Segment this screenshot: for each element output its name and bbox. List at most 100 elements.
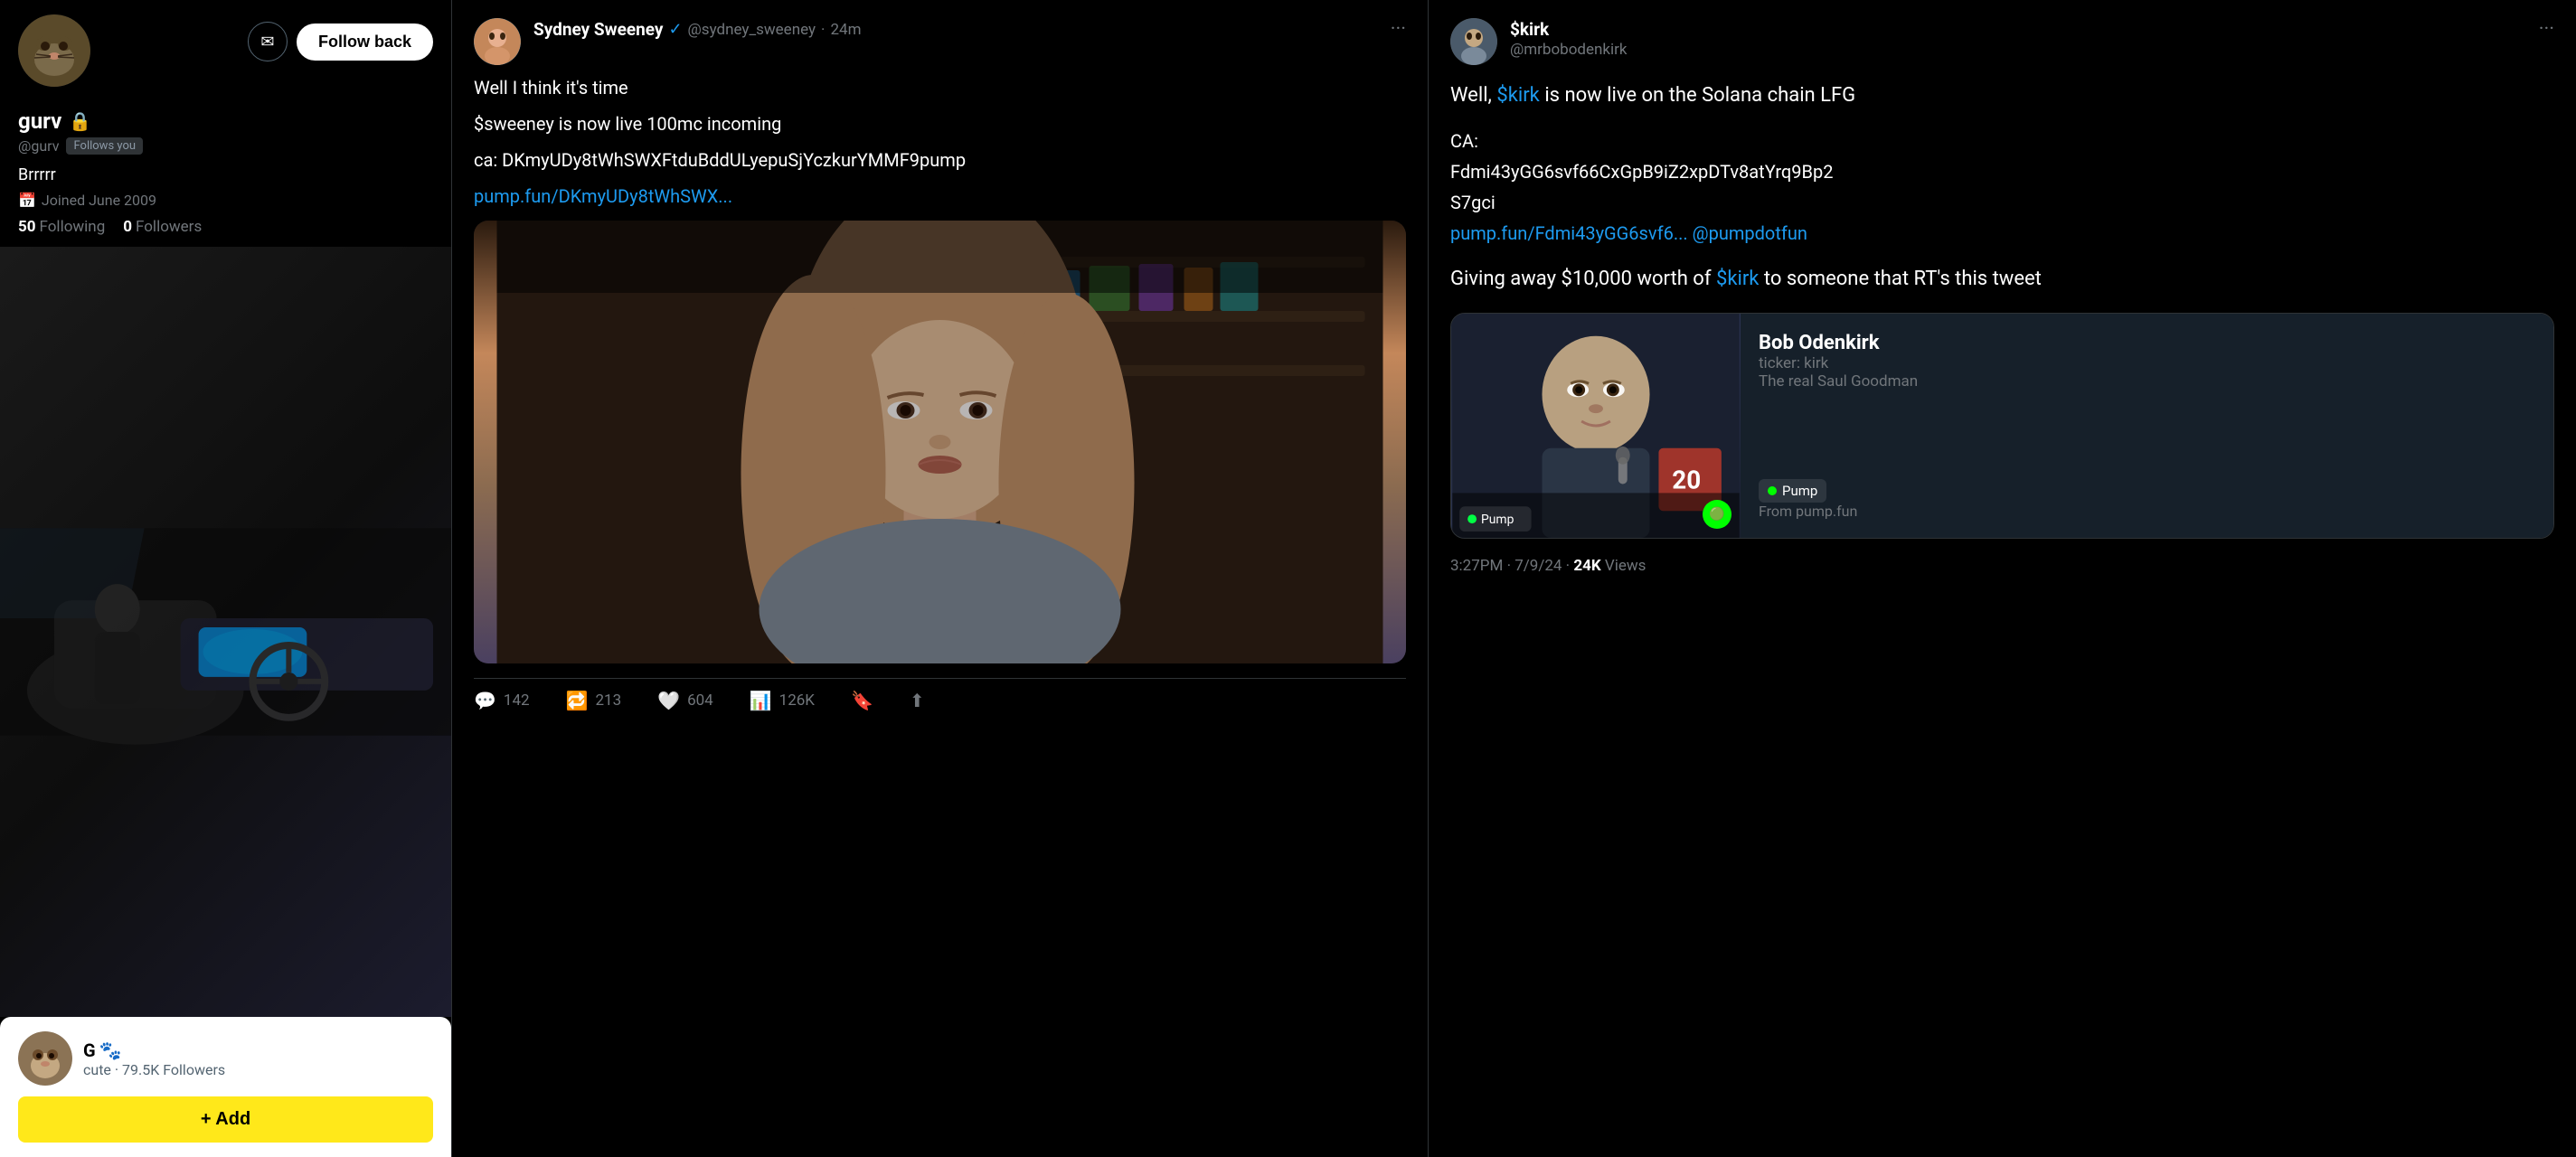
views-label: Views: [1605, 557, 1647, 575]
profile-cover-image: [0, 247, 451, 1017]
bookmark-icon: 🔖: [851, 690, 873, 711]
like-count: 604: [687, 691, 713, 710]
tweet-card[interactable]: 20 Pump 🟢 Bob Odenkirk ticker: kirk The …: [1450, 313, 2554, 539]
tweet-link[interactable]: pump.fun/DKmyUDy8tWhSWX...: [474, 183, 1406, 210]
right-more-options[interactable]: ···: [2539, 18, 2554, 41]
share-icon: ⬆: [910, 690, 925, 711]
giveaway-text: Giving away $10,000 worth of $kirk to so…: [1450, 263, 2554, 295]
suggested-name-info: G 🐾 cute · 79.5K Followers: [83, 1039, 225, 1078]
ca-block: CA: Fdmi43yGG6svf66CxGpB9iZ2xpDTv8atYrq9…: [1450, 126, 2554, 249]
tweet-actions: 💬 142 🔁 213 🤍 604 📊 126K 🔖 ⬆: [474, 678, 1406, 711]
views-icon: 📊: [750, 690, 772, 711]
followers-label: Followers: [136, 218, 202, 236]
suggested-display-name: G 🐾: [83, 1039, 225, 1061]
highlight-kirk-2[interactable]: $kirk: [1716, 268, 1759, 290]
message-button[interactable]: ✉: [248, 22, 288, 61]
profile-bio: Brrrrr: [18, 165, 433, 184]
lock-icon: 🔒: [69, 110, 91, 132]
tweet-timestamp: 3:27PM · 7/9/24 ·: [1450, 557, 1570, 575]
more-options-button[interactable]: ···: [1391, 18, 1406, 41]
joined-text: Joined June 2009: [42, 192, 156, 209]
followers-count: 0: [123, 218, 132, 236]
pump-dot: [1768, 486, 1777, 495]
pump-label: Pump: [1782, 483, 1817, 499]
tweet-text-line2: $sweeney is now live 100mc incoming: [474, 110, 1406, 137]
card-content: Bob Odenkirk ticker: kirk The real Saul …: [1741, 314, 2553, 538]
body-middle: is now live on the Solana chain LFG: [1544, 84, 1855, 107]
views-count: 126K: [779, 691, 815, 710]
tweet-text-line1: Well I think it's time: [474, 74, 1406, 101]
retweet-icon: 🔁: [566, 690, 589, 711]
follow-back-button[interactable]: Follow back: [297, 24, 433, 61]
bookmark-action[interactable]: 🔖: [851, 690, 873, 711]
tweet-meta: Sydney Sweeney ✓ @sydney_sweeney · 24m ·…: [533, 18, 1406, 41]
like-icon: 🤍: [657, 690, 680, 711]
author-name[interactable]: Sydney Sweeney: [533, 19, 663, 40]
profile-actions: ✉ Follow back: [248, 22, 433, 61]
tweet-image: [474, 221, 1406, 663]
tweet-footer: 3:27PM · 7/9/24 · 24K Views: [1450, 557, 2554, 575]
profile-info: gurv 🔒 @gurv Follows you Brrrrr 📅 Joined…: [0, 101, 451, 247]
card-ticker: ticker: kirk: [1759, 354, 2535, 372]
bob-portrait: 20 Pump 🟢: [1451, 314, 1741, 538]
like-action[interactable]: 🤍 604: [657, 690, 713, 711]
suggested-sub-info: cute · 79.5K Followers: [83, 1061, 225, 1078]
svg-text:20: 20: [1672, 466, 1701, 495]
card-title: Bob Odenkirk: [1759, 332, 2535, 354]
right-tweet-header: $kirk ··· @mrbobodenkirk: [1450, 18, 2554, 65]
author-handle: @sydney_sweeney: [688, 21, 816, 39]
right-tweet-meta: $kirk ··· @mrbobodenkirk: [1510, 18, 2554, 59]
profile-name-row: gurv 🔒: [18, 108, 433, 134]
right-author-avatar[interactable]: [1450, 18, 1497, 65]
tweet-dot: ·: [821, 21, 825, 39]
views-action[interactable]: 📊 126K: [750, 690, 815, 711]
ca-label: CA:: [1450, 130, 1478, 152]
tweet-header: Sydney Sweeney ✓ @sydney_sweeney · 24m ·…: [474, 18, 1406, 65]
add-button[interactable]: + Add: [18, 1096, 433, 1143]
joined-date: 📅 Joined June 2009: [18, 192, 433, 209]
tweet-author-avatar[interactable]: [474, 18, 521, 65]
left-panel: ✉ Follow back gurv 🔒 @gurv Follows you B…: [0, 0, 452, 1157]
card-source: From pump.fun: [1759, 503, 2535, 520]
calendar-icon: 📅: [18, 192, 36, 209]
pump-badge: Pump: [1759, 479, 1826, 503]
profile-header: ✉ Follow back: [0, 0, 451, 101]
retweet-count: 213: [595, 691, 621, 710]
followers-stat[interactable]: 0 Followers: [123, 218, 202, 236]
handle: @gurv: [18, 137, 59, 155]
right-tweet-body: Well, $kirk is now live on the Solana ch…: [1450, 80, 2554, 111]
tweet-views-count: 24K: [1573, 557, 1600, 575]
retweet-action[interactable]: 🔁 213: [566, 690, 622, 711]
sydney-portrait: [474, 221, 1406, 663]
giveaway-prefix: Giving away $10,000 worth of: [1450, 268, 1711, 290]
tweet-ca-text: ca: DKmyUDy8tWhSWXFtduBddULyepuSjYczkurY…: [474, 146, 1406, 174]
following-count: 50: [18, 218, 36, 236]
verified-badge: ✓: [668, 20, 682, 39]
suggested-avatar: [18, 1031, 72, 1086]
right-author-handle: @mrbobodenkirk: [1510, 41, 2554, 59]
svg-text:Pump: Pump: [1481, 513, 1514, 528]
follow-stats: 50 Following 0 Followers: [18, 218, 433, 236]
ca-line2: S7gci: [1450, 192, 1496, 213]
following-label: Following: [40, 218, 106, 236]
tweet-link-anchor[interactable]: pump.fun/DKmyUDy8tWhSWX...: [474, 185, 732, 207]
reply-icon: 💬: [474, 690, 496, 711]
follows-you-badge: Follows you: [66, 137, 143, 155]
ca-link[interactable]: pump.fun/Fdmi43yGG6svf6...: [1450, 222, 1688, 244]
suggested-card: G 🐾 cute · 79.5K Followers + Add: [0, 1017, 451, 1157]
display-name: gurv: [18, 108, 61, 134]
following-stat[interactable]: 50 Following: [18, 218, 105, 236]
right-author-name[interactable]: $kirk: [1510, 19, 1549, 40]
share-action[interactable]: ⬆: [910, 690, 925, 711]
message-icon: ✉: [260, 33, 274, 52]
body-prefix: Well,: [1450, 84, 1492, 107]
highlight-kirk-1[interactable]: $kirk: [1496, 84, 1539, 107]
reply-action[interactable]: 💬 142: [474, 690, 530, 711]
avatar: [18, 14, 90, 87]
tweet-name-row: Sydney Sweeney ✓ @sydney_sweeney · 24m ·…: [533, 18, 1406, 41]
car-interior-image: [0, 247, 451, 1017]
giveaway-suffix: to someone that RT's this tweet: [1764, 268, 2042, 290]
suggested-user-row: G 🐾 cute · 79.5K Followers: [18, 1031, 433, 1086]
profile-handle-row: @gurv Follows you: [18, 137, 433, 155]
ca-link2[interactable]: @pumpdotfun: [1693, 222, 1807, 244]
